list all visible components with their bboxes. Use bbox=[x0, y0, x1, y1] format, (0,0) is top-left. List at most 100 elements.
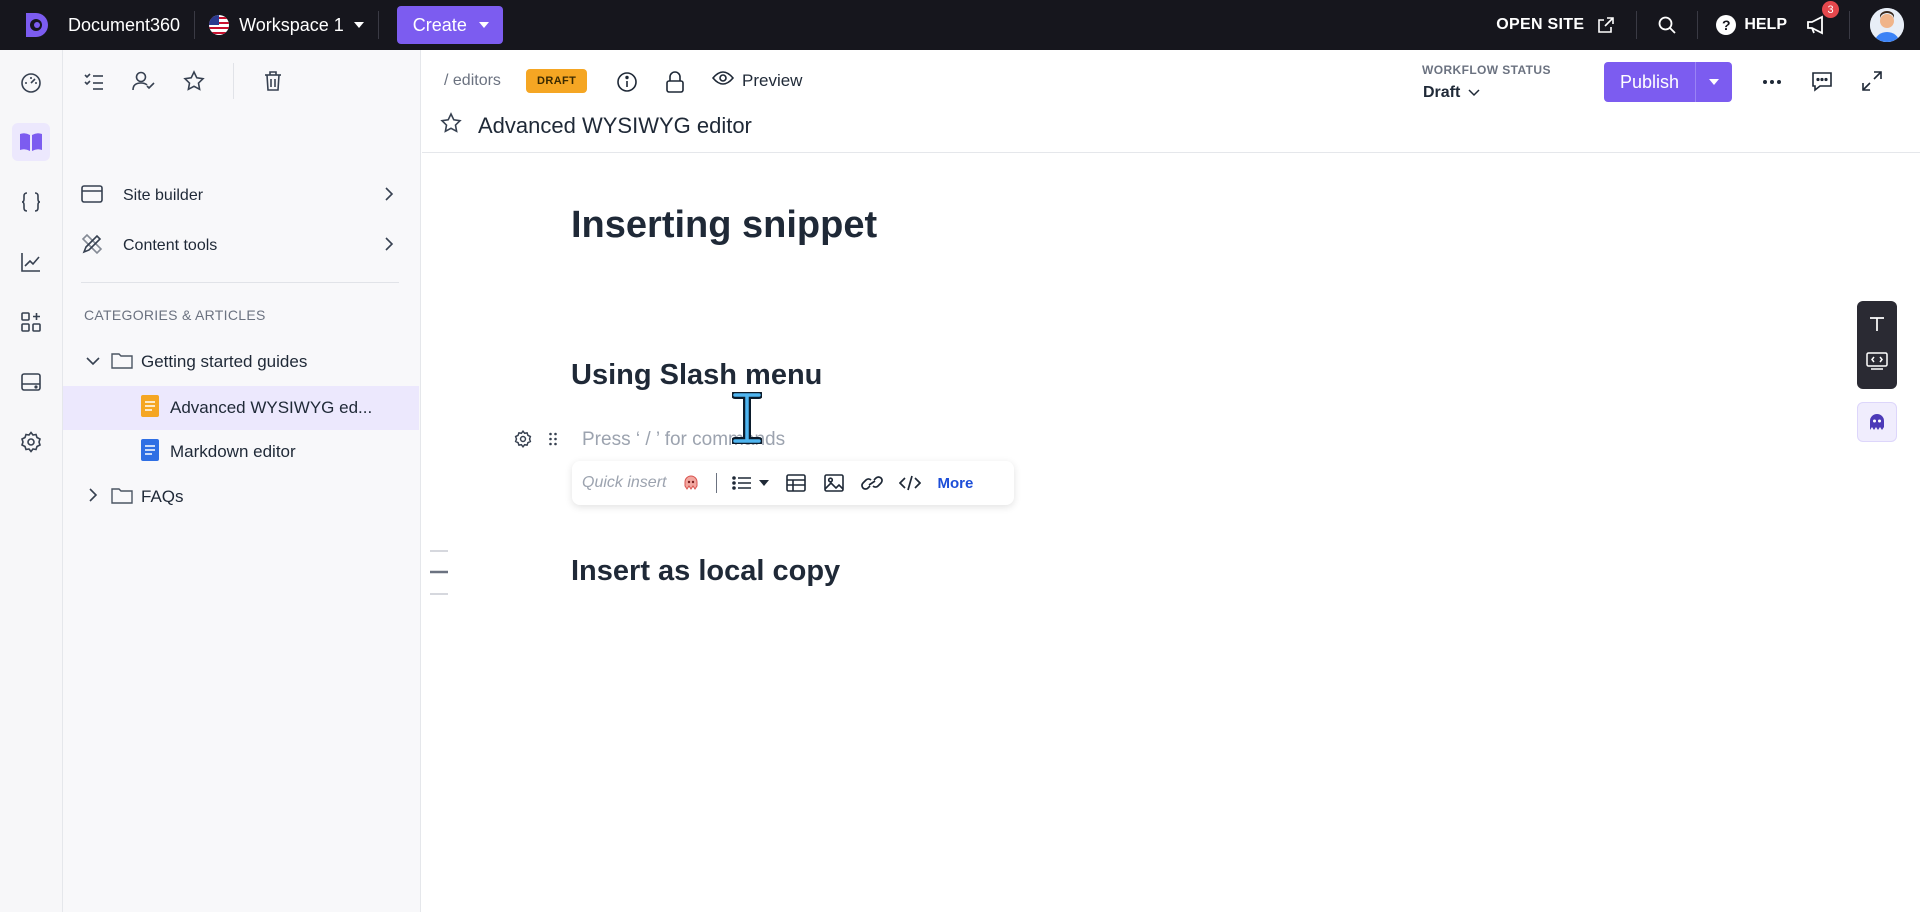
divider bbox=[1697, 11, 1699, 39]
drag-handle-icon[interactable] bbox=[548, 431, 558, 452]
dashboard-icon[interactable] bbox=[12, 64, 50, 102]
main-editor-area: / editors DRAFT Preview WORKFLOW STATUS … bbox=[422, 50, 1920, 912]
workspace-name: Workspace 1 bbox=[239, 14, 344, 35]
section-marker bbox=[428, 550, 448, 601]
tree-article-advanced-wysiwyg[interactable]: Advanced WYSIWYG ed... bbox=[63, 386, 419, 430]
drive-icon[interactable] bbox=[12, 363, 50, 401]
categories-heading: CATEGORIES & ARTICLES bbox=[84, 307, 266, 323]
notification-badge: 3 bbox=[1822, 1, 1839, 18]
eddy-ai-assistant-icon[interactable] bbox=[1857, 402, 1897, 442]
browser-window-icon bbox=[81, 184, 103, 209]
folder-icon bbox=[111, 486, 133, 509]
divider bbox=[716, 473, 718, 493]
avatar[interactable] bbox=[1870, 8, 1904, 42]
publish-options-button[interactable] bbox=[1696, 62, 1733, 102]
divider bbox=[233, 63, 234, 99]
divider bbox=[1636, 11, 1638, 39]
chevron-down-icon bbox=[1468, 84, 1480, 102]
editor-heading-2[interactable]: Insert as local copy bbox=[571, 555, 840, 588]
open-site-label: OPEN SITE bbox=[1496, 16, 1585, 33]
tree-category-faqs[interactable]: FAQs bbox=[63, 475, 419, 519]
publish-button[interactable]: Publish bbox=[1604, 62, 1697, 102]
editor-heading-2[interactable]: Using Slash menu bbox=[571, 359, 822, 392]
preview-button[interactable]: Preview bbox=[711, 70, 802, 91]
brand-name: Document360 bbox=[68, 14, 181, 35]
tree-label: Advanced WYSIWYG ed... bbox=[170, 398, 373, 417]
api-braces-icon[interactable] bbox=[12, 183, 50, 221]
chevron-down-icon[interactable] bbox=[759, 480, 770, 486]
quick-insert-label: Quick insert bbox=[582, 474, 667, 491]
workflow-status-dropdown[interactable]: Draft bbox=[1423, 84, 1480, 102]
image-icon[interactable] bbox=[821, 470, 847, 496]
article-title-row: Advanced WYSIWYG editor bbox=[440, 112, 752, 139]
tree-label: Getting started guides bbox=[141, 352, 308, 371]
publish-label: Publish bbox=[1620, 71, 1680, 92]
site-builder-link[interactable]: Site builder bbox=[81, 181, 401, 211]
chevron-down-icon[interactable] bbox=[85, 352, 101, 372]
us-flag-icon bbox=[209, 15, 230, 35]
article-orange-icon bbox=[141, 394, 159, 422]
block-handles bbox=[514, 430, 558, 453]
table-icon[interactable] bbox=[783, 470, 809, 496]
top-bar: Document360 Workspace 1 Create OPEN SITE bbox=[0, 0, 1920, 50]
eye-icon bbox=[711, 70, 735, 91]
chevron-down-icon bbox=[353, 22, 364, 28]
announcement-icon[interactable]: 3 bbox=[1805, 1, 1839, 37]
divider bbox=[1849, 11, 1850, 39]
content-tools-link[interactable]: Content tools bbox=[81, 231, 401, 261]
article-title[interactable]: Advanced WYSIWYG editor bbox=[478, 113, 752, 139]
text-cursor-icon bbox=[731, 391, 763, 449]
more-insert-button[interactable]: More bbox=[937, 475, 973, 492]
trash-icon[interactable] bbox=[258, 66, 288, 96]
more-options-icon[interactable] bbox=[1759, 69, 1785, 95]
user-check-icon[interactable] bbox=[129, 66, 159, 96]
external-link-icon bbox=[1594, 13, 1618, 37]
chevron-right-icon[interactable] bbox=[87, 487, 99, 508]
divider bbox=[194, 11, 196, 39]
code-icon[interactable] bbox=[897, 470, 923, 496]
help-button[interactable]: ? HELP bbox=[1716, 15, 1787, 35]
question-icon: ? bbox=[1716, 15, 1737, 35]
sidebar: Site builder Content tools CATEGORIES & … bbox=[63, 50, 421, 912]
star-icon[interactable] bbox=[179, 66, 209, 96]
analytics-icon[interactable] bbox=[12, 243, 50, 281]
left-rail bbox=[0, 50, 63, 912]
sidebar-toolbar bbox=[63, 50, 420, 112]
chevron-down-icon bbox=[478, 22, 489, 28]
integrations-icon[interactable] bbox=[12, 303, 50, 341]
embed-code-icon[interactable] bbox=[1866, 352, 1888, 375]
tree-article-markdown-editor[interactable]: Markdown editor bbox=[63, 430, 419, 474]
tree-label: FAQs bbox=[141, 487, 184, 506]
bulleted-list-icon[interactable] bbox=[729, 470, 755, 496]
open-site-link[interactable]: OPEN SITE bbox=[1496, 13, 1618, 37]
workspace-selector[interactable]: Workspace 1 bbox=[209, 15, 364, 36]
status-badge: DRAFT bbox=[526, 69, 588, 93]
search-icon[interactable] bbox=[1655, 13, 1679, 37]
pencil-ruler-icon bbox=[81, 233, 103, 260]
link-icon[interactable] bbox=[859, 470, 885, 496]
comment-icon[interactable] bbox=[1809, 68, 1835, 94]
text-format-icon[interactable] bbox=[1868, 315, 1886, 338]
block-settings-gear-icon[interactable] bbox=[514, 430, 532, 453]
tree-category-getting-started[interactable]: Getting started guides bbox=[63, 340, 419, 384]
lock-icon[interactable] bbox=[662, 69, 688, 95]
documentation-book-icon[interactable] bbox=[12, 123, 50, 161]
divider bbox=[81, 282, 399, 283]
favorite-star-icon[interactable] bbox=[440, 112, 462, 139]
document360-logo-icon[interactable] bbox=[18, 7, 54, 43]
workflow-status-value: Draft bbox=[1423, 84, 1461, 101]
expand-icon[interactable] bbox=[1859, 68, 1885, 94]
settings-gear-icon[interactable] bbox=[12, 423, 50, 461]
content-tools-label: Content tools bbox=[123, 237, 218, 254]
divider bbox=[377, 11, 379, 39]
tree-label: Markdown editor bbox=[170, 442, 296, 461]
help-label: HELP bbox=[1744, 16, 1787, 33]
info-icon[interactable] bbox=[614, 69, 640, 95]
create-button[interactable]: Create bbox=[396, 6, 503, 44]
create-label: Create bbox=[412, 14, 467, 35]
publish-split-button: Publish bbox=[1604, 62, 1733, 102]
checklist-icon[interactable] bbox=[79, 66, 109, 96]
eddy-ai-icon[interactable] bbox=[678, 470, 704, 496]
breadcrumb[interactable]: / editors bbox=[444, 72, 501, 90]
editor-heading-1[interactable]: Inserting snippet bbox=[571, 204, 877, 247]
